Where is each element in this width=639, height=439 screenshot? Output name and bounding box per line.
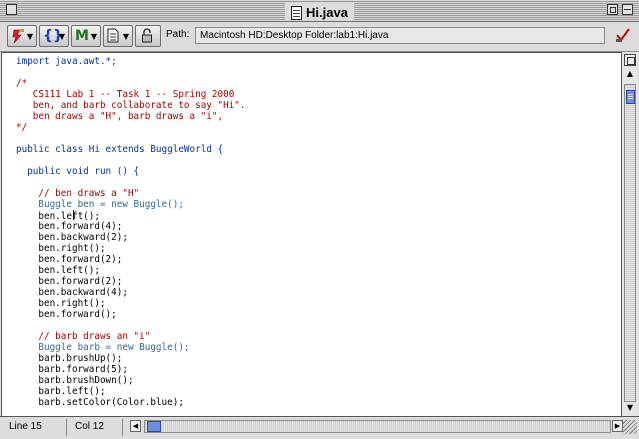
functions-menu-button[interactable]: {} ▼ — [39, 25, 69, 47]
code-line: barb.brushUp(); — [16, 353, 123, 364]
build-menu-button[interactable]: ▼ — [7, 25, 37, 47]
code-line: // barb draws an "i" — [16, 331, 151, 342]
chevron-down-icon: ▼ — [122, 32, 129, 41]
code-text[interactable]: import java.awt.*; /* CS111 Lab 1 -- Task… — [16, 56, 246, 408]
status-bar: Line 15 Col 12 ◀ ▶ — [0, 416, 639, 439]
code-line: ben draws a "H", barb draws a "i", — [16, 111, 224, 122]
lock-button[interactable] — [135, 25, 161, 47]
code-line: ben.forward(2); — [16, 254, 123, 265]
code-line: ben.left(); — [16, 265, 100, 276]
text-caret — [72, 210, 74, 220]
title-bar[interactable]: Hi.java — [0, 0, 639, 22]
scroll-up-arrow-icon[interactable]: ▲ — [624, 68, 636, 80]
code-line: ben.backward(2); — [16, 232, 128, 243]
code-line: ben.backward(4); — [16, 287, 128, 298]
vertical-scroll-track[interactable] — [624, 84, 636, 402]
code-line: Buggle ben = new Buggle(); — [16, 199, 184, 210]
code-line-current: ben.left(); — [16, 210, 100, 222]
line-indicator: Line 15 — [9, 421, 42, 432]
code-line: import java.awt.*; — [16, 56, 117, 67]
code-line: Buggle barb = new Buggle(); — [16, 342, 190, 353]
status-divider — [122, 419, 123, 436]
code-line: */ — [16, 122, 28, 133]
document-icon — [291, 5, 303, 20]
code-line: barb.left(); — [16, 386, 106, 397]
lightning-hammer-icon — [11, 28, 25, 48]
column-indicator: Col 12 — [75, 421, 104, 432]
chevron-down-icon: ▼ — [26, 32, 33, 41]
scroll-down-arrow-icon[interactable]: ▼ — [624, 402, 636, 414]
chevron-down-icon: ▼ — [58, 32, 65, 41]
path-field[interactable]: Macintosh HD:Desktop Folder:lab1:Hi.java — [195, 27, 605, 44]
collapse-box[interactable] — [622, 4, 633, 15]
window-title: Hi.java — [306, 5, 348, 20]
split-pane-icon[interactable] — [624, 54, 636, 66]
marker-m-icon: M — [75, 28, 89, 44]
lock-icon — [141, 28, 153, 47]
horizontal-scroll-track[interactable] — [144, 420, 611, 433]
code-line: public class Hi extends BuggleWorld { — [16, 144, 224, 155]
scroll-left-arrow-icon[interactable]: ◀ — [130, 420, 141, 432]
vertical-scrollbar[interactable]: ▲ ▼ — [621, 52, 638, 416]
horizontal-scroll-thumb[interactable] — [147, 421, 161, 432]
code-line: ben.forward(4); — [16, 221, 123, 232]
code-line: barb.forward(5); — [16, 364, 128, 375]
document-icon — [107, 28, 119, 47]
code-line: barb.brushDown(); — [16, 375, 134, 386]
scroll-right-arrow-icon[interactable]: ▶ — [612, 420, 623, 432]
code-editor[interactable]: import java.awt.*; /* CS111 Lab 1 -- Task… — [1, 52, 622, 417]
code-line: public void run () { — [16, 166, 140, 177]
code-line: ben.right(); — [16, 298, 106, 309]
zoom-box[interactable] — [607, 4, 618, 15]
checkmark-icon[interactable] — [612, 27, 634, 47]
path-label: Path: — [166, 29, 190, 40]
code-line: ben, and barb collaborate to say "Hi". — [16, 100, 246, 111]
resize-grip-icon[interactable] — [623, 420, 637, 434]
editor-window: Hi.java ▼ {} ▼ M ▼ ▼ Path: Macintosh HD:… — [0, 0, 639, 439]
code-line: ben.right(); — [16, 243, 106, 254]
code-line: ben.forward(2); — [16, 276, 123, 287]
markers-menu-button[interactable]: M ▼ — [71, 25, 101, 47]
vertical-scroll-thumb[interactable] — [626, 90, 635, 104]
code-line: // ben draws a "H" — [16, 188, 140, 199]
document-menu-button[interactable]: ▼ — [103, 25, 133, 47]
code-line: barb.setColor(Color.blue); — [16, 397, 184, 408]
chevron-down-icon: ▼ — [90, 32, 97, 41]
code-line: /* — [16, 78, 28, 89]
status-divider — [66, 419, 67, 436]
code-line: CS111 Lab 1 -- Task 1 -- Spring 2000 — [16, 89, 235, 100]
title-area: Hi.java — [0, 2, 639, 21]
code-line: ben.forward(); — [16, 309, 117, 320]
